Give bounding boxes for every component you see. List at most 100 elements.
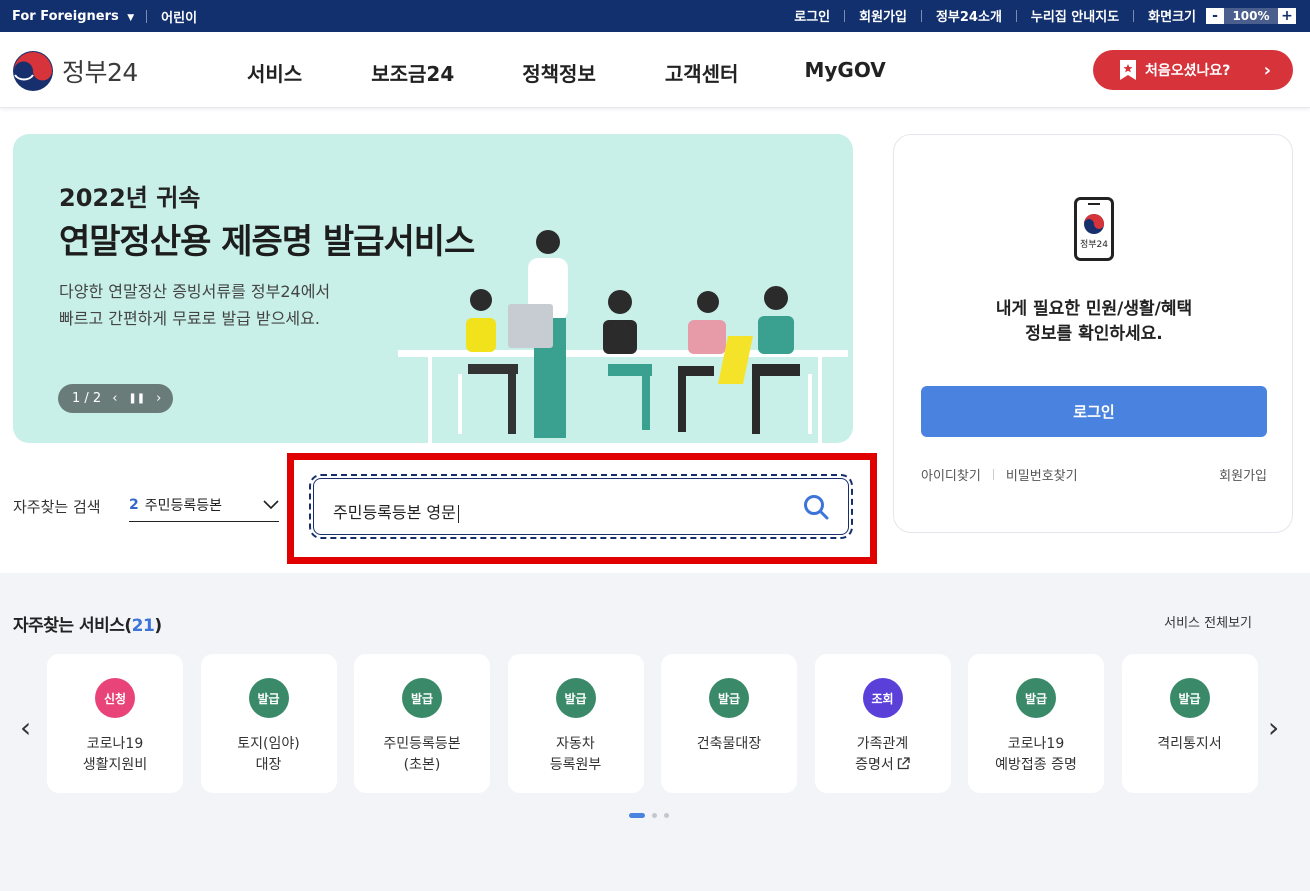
divider [844,9,846,22]
page-dot[interactable] [652,813,657,818]
nav-subsidy[interactable]: 보조금24 [371,58,454,87]
pause-icon[interactable]: ❚❚ [128,393,145,404]
frequent-search-select[interactable]: 2 주민등록등본 [129,489,279,522]
login-message-line: 내게 필요한 민원/생활/혜택 [995,299,1193,319]
service-label-line: (초본) [403,757,441,773]
service-label: 격리통지서 [1122,734,1258,755]
next-slide-icon[interactable]: › [156,391,161,406]
service-card[interactable]: 발급 코로나19 예방접종 증명 [968,654,1104,793]
service-label: 주민등록등본 (초본) [354,734,490,776]
page-dot-active[interactable] [629,813,645,818]
zoom-label: 화면크기 [1148,10,1196,25]
main-nav: 서비스 보조금24 정책정보 고객센터 MyGOV [247,58,886,87]
find-id-link[interactable]: 아이디찾기 [921,465,981,484]
slide-controls: 1 / 2 ‹ ❚❚ › [58,384,173,413]
top-join-link[interactable]: 회원가입 [859,6,907,25]
service-card[interactable]: 발급 주민등록등본 (초본) [354,654,490,793]
service-label-line: 토지(임야) [237,736,300,752]
frequent-search-value: 주민등록등본 [144,498,223,514]
view-all-services-link[interactable]: 서비스 전체보기 [1164,612,1252,631]
service-label: 가족관계 증명서 [815,734,951,776]
service-label-line: 예방접종 증명 [995,757,1077,773]
login-message: 내게 필요한 민원/생활/혜택 정보를 확인하세요. [894,297,1294,347]
utility-right: 로그인 회원가입 정부24소개 누리집 안내지도 화면크기 - 100% + [780,6,1296,25]
service-badge: 발급 [709,678,749,718]
slide-counter: 1 / 2 [72,391,102,406]
banner-description: 다양한 연말정산 증빙서류를 정부24에서 빠르고 간편하게 무료로 발급 받으… [59,278,389,332]
service-label-line: 코로나19 [1007,736,1065,752]
chevron-right-icon: › [1263,59,1271,81]
frequent-search-rank: 2 [129,497,139,513]
site-header: 정부24 서비스 보조금24 정책정보 고객센터 MyGOV 처음오셨나요? › [0,32,1310,108]
zoom-control: - 100% + [1206,7,1296,24]
top-login-link[interactable]: 로그인 [794,6,830,25]
top-sitemap-link[interactable]: 누리집 안내지도 [1031,6,1119,25]
mobile-id-icon: 정부24 [1074,197,1114,265]
services-count: 21 [131,616,155,636]
first-visit-button[interactable]: 처음오셨나요? › [1093,50,1293,90]
service-label-line: 격리통지서 [1157,736,1222,752]
service-badge: 발급 [248,678,289,718]
zoom-in-button[interactable]: + [1278,7,1296,24]
prev-slide-icon[interactable]: ‹ [112,391,117,406]
nav-services[interactable]: 서비스 [247,58,302,87]
account-links: 아이디찾기 비밀번호찾기 회원가입 [921,465,1267,484]
join-link[interactable]: 회원가입 [1219,465,1267,484]
divider [992,469,994,480]
services-title-text: 자주찾는 서비스( [13,616,132,636]
service-badge: 발급 [1169,678,1210,718]
utility-bar: For Foreigners ▼ 어린이 로그인 회원가입 정부24소개 누리집… [0,0,1310,32]
nav-policy[interactable]: 정책정보 [522,58,596,87]
top-about-link[interactable]: 정부24소개 [936,6,1002,25]
service-label-line: 자동차 [556,736,595,752]
service-label: 토지(임야) 대장 [201,734,337,776]
services-title-end: ) [154,616,162,636]
find-password-link[interactable]: 비밀번호찾기 [1006,465,1078,484]
zoom-value: 100% [1224,7,1278,24]
search-icon[interactable] [803,494,829,520]
service-badge: 발급 [1016,678,1056,718]
services-title: 자주찾는 서비스(21) [13,611,162,636]
logo-text: 정부24 [62,58,138,87]
carousel-pagination [629,813,676,818]
frequent-services-section: 자주찾는 서비스(21) 서비스 전체보기 ‹ › 신청 코로나19 생활지원비 … [0,573,1310,891]
service-card[interactable]: 조회 가족관계 증명서 [814,654,951,793]
service-label-line: 생활지원비 [82,757,148,773]
banner-small-title: 2022년 귀속 [59,184,201,212]
for-foreigners-dropdown[interactable]: For Foreigners ▼ [12,9,134,24]
login-message-line: 정보를 확인하세요. [1025,324,1163,344]
frequent-search-label: 자주찾는 검색 [13,498,101,516]
for-foreigners-label: For Foreigners [12,9,119,24]
service-label-line: 주민등록등본 [383,736,461,752]
service-label: 코로나19 예방접종 증명 [968,734,1104,776]
banner-desc-line: 빠르고 간편하게 무료로 발급 받으세요. [59,309,320,328]
zoom-out-button[interactable]: - [1206,7,1224,24]
service-label-line: 가족관계 [856,736,909,752]
first-visit-label: 처음오셨나요? [1145,63,1231,79]
service-card[interactable]: 발급 건축물대장 [661,654,797,793]
service-card[interactable]: 발급 자동차등록원부 [507,654,644,793]
search-input[interactable]: 주민등록등본 영문 [309,474,853,539]
taegeuk-logo-icon [13,51,53,91]
service-label: 자동차등록원부 [508,734,644,776]
service-label: 건축물대장 [661,734,797,755]
nav-customer-center[interactable]: 고객센터 [665,58,739,87]
service-label-line: 건축물대장 [696,736,762,752]
kids-link[interactable]: 어린이 [161,7,197,26]
service-card[interactable]: 발급 격리통지서 [1121,654,1258,793]
nav-mygov[interactable]: MyGOV [804,58,885,87]
service-card[interactable]: 발급 토지(임야) 대장 [200,654,337,793]
mobile-id-label: 정부24 [1079,240,1108,250]
service-label-line: 등록원부 [549,757,602,773]
login-button[interactable]: 로그인 [921,386,1267,437]
service-badge: 발급 [555,678,596,718]
bookmark-star-icon [1120,60,1136,80]
promo-banner[interactable]: 2022년 귀속 연말정산용 제증명 발급서비스 다양한 연말정산 증빙서류를 … [13,134,853,443]
service-label-line: 코로나19 [86,736,144,752]
chevron-down-icon [263,500,279,510]
service-card[interactable]: 신청 코로나19 생활지원비 [47,654,183,793]
site-logo[interactable]: 정부24 [12,50,138,92]
chevron-left-icon[interactable]: ‹ [20,711,31,744]
chevron-right-icon[interactable]: › [1268,711,1279,744]
page-dot[interactable] [664,813,669,818]
